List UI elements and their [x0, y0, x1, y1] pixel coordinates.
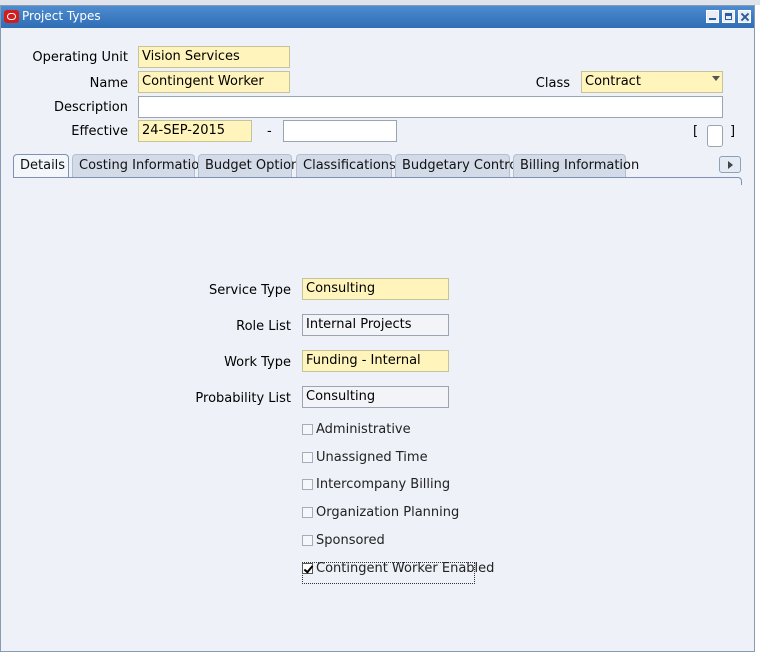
role-list-label: Role List — [236, 319, 291, 334]
class-select-value: Contract — [585, 74, 641, 89]
effective-label: Effective — [71, 124, 128, 139]
sponsored-label: Sponsored — [316, 533, 385, 548]
service-type-label: Service Type — [208, 283, 291, 298]
tab-budgetary-control[interactable]: Budgetary Control — [395, 154, 521, 177]
flexfield-bracket-open: [ — [693, 124, 699, 139]
operating-unit-field[interactable]: Vision Services — [138, 46, 290, 68]
probability-list-label: Probability List — [195, 391, 291, 406]
effective-from-field[interactable]: 24-SEP-2015 — [138, 120, 252, 142]
role-list-field[interactable]: Internal Projects — [302, 314, 449, 336]
tab-scroll-right-icon[interactable] — [719, 156, 741, 173]
operating-unit-label: Operating Unit — [32, 50, 128, 65]
intercompany-billing-checkbox[interactable] — [302, 479, 313, 490]
minimize-icon[interactable] — [706, 10, 719, 23]
administrative-checkbox[interactable] — [302, 424, 313, 435]
chevron-down-icon[interactable] — [712, 76, 720, 81]
unassigned-time-label: Unassigned Time — [316, 450, 428, 465]
service-type-field[interactable]: Consulting — [302, 278, 449, 300]
tab-details[interactable]: Details — [13, 154, 69, 177]
intercompany-billing-label: Intercompany Billing — [316, 477, 451, 492]
window-title: Project Types — [22, 9, 101, 23]
tab-billing-information[interactable]: Billing Information — [513, 154, 639, 177]
contingent-worker-enabled-label: Contingent Worker Enabled — [316, 561, 495, 576]
tab-costing-information[interactable]: Costing Information — [72, 154, 207, 177]
name-field[interactable]: Contingent Worker — [138, 71, 290, 93]
organization-planning-checkbox[interactable] — [302, 507, 313, 518]
oracle-app-icon — [4, 10, 19, 23]
unassigned-time-checkbox[interactable] — [302, 452, 313, 463]
contingent-worker-enabled-checkbox[interactable] — [302, 563, 313, 574]
descriptive-flexfield[interactable] — [707, 125, 723, 147]
work-type-field[interactable]: Funding - Internal — [302, 350, 449, 372]
name-label: Name — [89, 76, 128, 91]
tab-budget-option[interactable]: Budget Option — [198, 154, 299, 177]
effective-to-field[interactable] — [283, 120, 397, 142]
title-bar[interactable]: Project Types — [1, 6, 754, 28]
organization-planning-label: Organization Planning — [316, 505, 460, 520]
project-types-window: Project Types Operating Unit Vision Serv… — [0, 5, 755, 652]
administrative-label: Administrative — [316, 422, 411, 437]
work-type-label: Work Type — [224, 355, 291, 370]
close-icon[interactable] — [738, 10, 751, 23]
maximize-icon[interactable] — [722, 10, 735, 23]
flexfield-bracket-close: ] — [730, 124, 736, 139]
effective-separator: - — [267, 124, 272, 139]
description-field[interactable] — [138, 96, 723, 118]
tab-bar: Details Costing Information Budget Optio… — [13, 154, 733, 177]
class-label: Class — [535, 76, 570, 91]
tab-classifications[interactable]: Classifications — [296, 154, 396, 177]
tab-panel-border — [13, 177, 742, 185]
sponsored-checkbox[interactable] — [302, 535, 313, 546]
description-label: Description — [53, 100, 128, 115]
class-select[interactable]: Contract — [581, 71, 723, 93]
probability-list-field[interactable]: Consulting — [302, 386, 449, 408]
